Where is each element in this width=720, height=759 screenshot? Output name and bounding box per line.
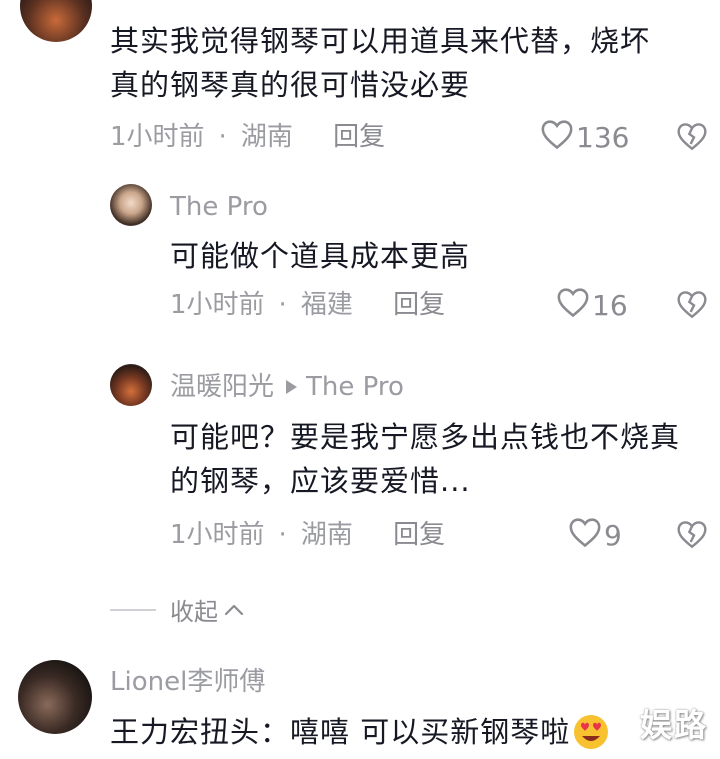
collapse-replies-button[interactable]: 收起: [110, 592, 244, 627]
comment-text: 可能做个道具成本更高: [170, 239, 471, 273]
commenter-name[interactable]: The Pro: [170, 190, 268, 224]
like-count: 136: [576, 121, 630, 154]
separator-dot: ·: [278, 520, 287, 550]
location: 福建: [300, 290, 353, 320]
heart-outline-icon: [556, 286, 592, 325]
broken-heart-icon: [676, 291, 708, 323]
divider: [110, 608, 156, 611]
separator-dot: ·: [218, 122, 227, 152]
reply-button[interactable]: 回复: [393, 520, 445, 550]
reply-button[interactable]: 回复: [393, 290, 445, 320]
dislike-button[interactable]: [676, 519, 708, 553]
comment-meta: 1小时前 · 福建 回复: [170, 288, 445, 322]
avatar[interactable]: [110, 184, 152, 226]
play-triangle-icon: [284, 379, 298, 395]
dislike-button[interactable]: [676, 121, 708, 155]
commenter-name[interactable]: 温暖阳光: [170, 370, 274, 404]
reply-header: 温暖阳光 The Pro: [170, 370, 404, 404]
reply-to-name[interactable]: The Pro: [306, 370, 404, 404]
comment-meta: 1小时前 · 湖南 回复: [170, 518, 445, 552]
like-button[interactable]: 136: [540, 118, 629, 157]
separator-dot: ·: [278, 290, 287, 320]
dislike-button[interactable]: [676, 289, 708, 323]
reply-button[interactable]: 回复: [333, 122, 385, 152]
avatar[interactable]: [18, 660, 92, 734]
comment-meta: 1小时前 · 湖南 回复: [110, 120, 385, 154]
broken-heart-icon: [676, 123, 708, 155]
like-button[interactable]: 9: [568, 516, 622, 555]
broken-heart-icon: [676, 521, 708, 553]
comment-text: 可能吧？要是我宁愿多出点钱也不烧真 的钢琴，应该要爱惜...: [170, 420, 681, 498]
like-count: 16: [592, 289, 628, 322]
like-button[interactable]: 16: [556, 286, 628, 325]
heart-outline-icon: [540, 118, 576, 157]
collapse-label: 收起: [170, 598, 218, 626]
like-count: 9: [604, 519, 622, 552]
commenter-name[interactable]: Lionel李师傅: [110, 665, 265, 699]
watermark: 娱路: [640, 706, 709, 744]
heart-outline-icon: [568, 516, 604, 555]
heart-eyes-emoji-icon: [572, 713, 610, 751]
timestamp: 1小时前: [110, 122, 205, 152]
chevron-up-icon: [224, 603, 244, 617]
location: 湖南: [300, 520, 353, 550]
comment-text: 其实我觉得钢琴可以用道具来代替，烧坏 真的钢琴真的很可惜没必要: [110, 24, 651, 102]
timestamp: 1小时前: [170, 290, 265, 320]
comment-text: 王力宏扭头：嘻嘻 可以买新钢琴啦: [110, 710, 610, 754]
location: 湖南: [240, 122, 293, 152]
avatar[interactable]: [110, 364, 152, 406]
avatar[interactable]: [20, 0, 92, 42]
timestamp: 1小时前: [170, 520, 265, 550]
